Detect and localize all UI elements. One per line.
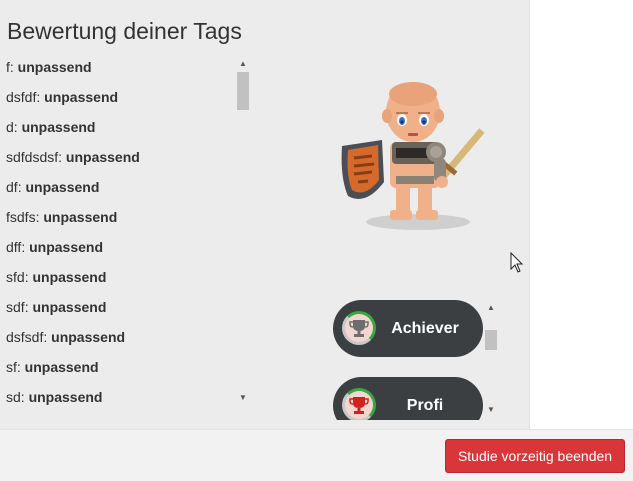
- tag-row: dsfdf: unpassend: [6, 89, 119, 105]
- tag-rating: unpassend: [24, 359, 99, 375]
- tag-name: sdfdsdsf: [6, 149, 59, 165]
- mouse-cursor-icon: [510, 252, 524, 273]
- tag-rating: unpassend: [32, 299, 107, 315]
- scroll-down-arrow-icon[interactable]: ▼: [236, 392, 250, 404]
- tag-row: f: unpassend: [6, 59, 92, 75]
- tag-rating: unpassend: [29, 239, 103, 255]
- badge-profi[interactable]: Profi: [333, 377, 483, 420]
- tag-rating: unpassend: [25, 179, 100, 195]
- right-panel: [530, 0, 633, 429]
- tag-rating: unpassend: [65, 149, 140, 165]
- scroll-up-arrow-icon[interactable]: ▲: [484, 302, 498, 314]
- page-title: Bewertung deiner Tags: [7, 18, 242, 44]
- tag-name: d: [6, 119, 14, 135]
- scroll-thumb[interactable]: [237, 72, 249, 110]
- tag-rating: unpassend: [32, 269, 107, 285]
- tag-name: sf: [6, 359, 17, 375]
- avatar: [341, 82, 485, 230]
- tag-name: f: [6, 59, 10, 75]
- badge-label: Profi: [406, 397, 444, 414]
- tag-name: fsdfs: [6, 209, 36, 225]
- tag-name: dff: [6, 239, 22, 255]
- tag-rating: unpassend: [43, 209, 118, 225]
- tag-rating: unpassend: [28, 389, 103, 405]
- tag-list-scrollbar[interactable]: ▲ ▼: [236, 58, 250, 404]
- tag-rating: unpassend: [17, 59, 92, 75]
- tag-name: dsfsdf: [6, 329, 44, 345]
- tag-row: sdfdsdsf: unpassend: [6, 149, 140, 165]
- badge-achiever[interactable]: Achiever: [333, 300, 483, 357]
- tag-name: sdf: [6, 299, 25, 315]
- tag-row: sdf: unpassend: [6, 299, 107, 315]
- tag-row: sd: unpassend: [6, 389, 103, 405]
- badge-list: Achiever Profi: [332, 298, 500, 420]
- tag-row: dff: unpassend: [6, 239, 103, 255]
- end-study-button[interactable]: Studie vorzeitig beenden: [445, 439, 625, 473]
- badge-list-scrollbar[interactable]: ▲ ▼: [484, 302, 498, 416]
- tag-rating: unpassend: [51, 329, 126, 345]
- tag-row: df: unpassend: [6, 179, 100, 195]
- tag-name: dsfdf: [6, 89, 37, 105]
- tag-row: sfd: unpassend: [6, 269, 107, 285]
- tag-list[interactable]: f: unpassend dsfdf: unpassend d: unpassend…: [0, 56, 236, 406]
- tag-row: d: unpassend: [6, 119, 96, 135]
- tag-rating: unpassend: [44, 89, 119, 105]
- main-panel: Bewertung deiner Tags f: unpassend dsfdf:…: [0, 0, 530, 429]
- tag-row: fsdfs: unpassend: [6, 209, 118, 225]
- scroll-down-arrow-icon[interactable]: ▼: [484, 404, 498, 416]
- tag-name: sfd: [6, 269, 25, 285]
- tag-name: sd: [6, 389, 21, 405]
- tag-row: dsfsdf: unpassend: [6, 329, 126, 345]
- tag-name: df: [6, 179, 18, 195]
- tag-rating: unpassend: [21, 119, 96, 135]
- shield-icon: [341, 140, 384, 199]
- scroll-up-arrow-icon[interactable]: ▲: [236, 58, 250, 70]
- tag-row: sf: unpassend: [6, 359, 99, 375]
- scroll-thumb[interactable]: [485, 330, 497, 350]
- badge-label: Achiever: [391, 320, 459, 337]
